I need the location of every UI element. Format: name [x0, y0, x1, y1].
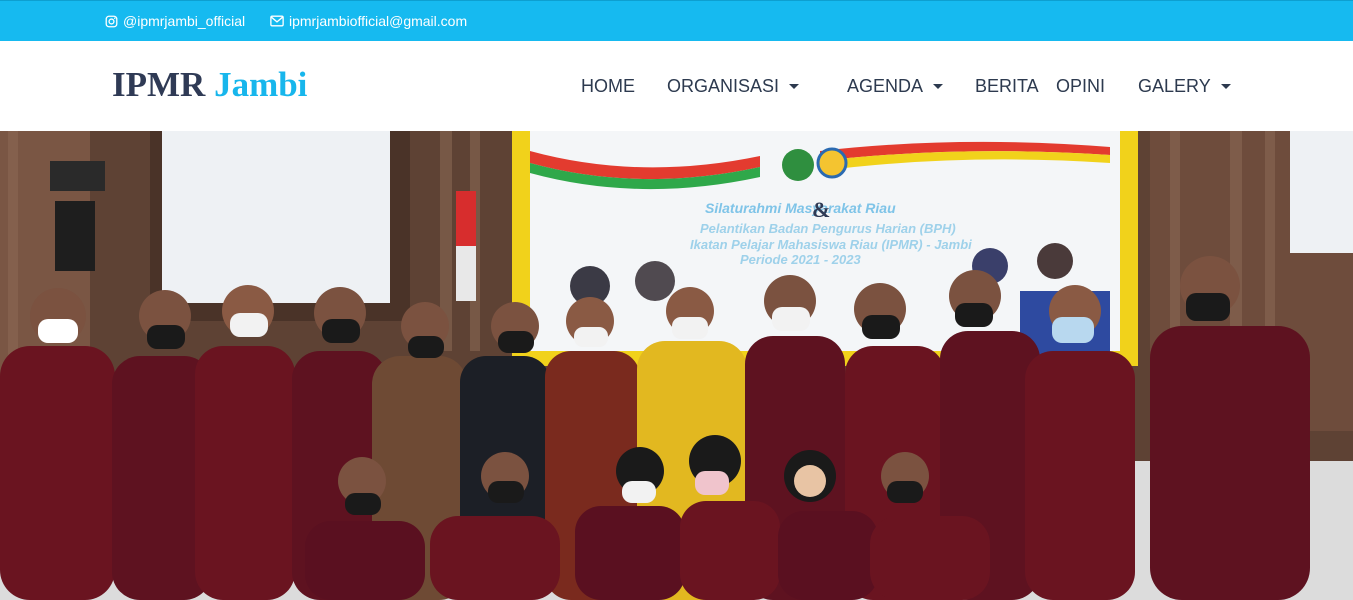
chevron-down-icon	[933, 83, 944, 89]
brand-jambi: Jambi	[214, 65, 308, 104]
nav-agenda-label: AGENDA	[847, 76, 924, 96]
nav-home[interactable]: HOME	[581, 75, 635, 97]
chevron-down-icon	[1220, 83, 1231, 89]
nav-organisasi[interactable]: ORGANISASI	[667, 75, 800, 97]
main-navbar: IPMR Jambi HOME ORGANISASI AGENDA BERITA…	[0, 41, 1353, 131]
chevron-down-icon	[789, 83, 800, 89]
instagram-handle: @ipmrjambi_official	[123, 13, 246, 29]
brand-ipmr: IPMR	[112, 65, 206, 104]
hero-group-photo: Silaturahmi Masyarakat Riau & Pelantikan…	[0, 131, 1353, 600]
nav-opini[interactable]: OPINI	[1056, 75, 1105, 97]
nav-home-label: HOME	[581, 76, 635, 96]
nav-berita[interactable]: BERITA	[975, 75, 1039, 97]
instagram-link[interactable]: @ipmrjambi_official	[105, 12, 245, 30]
nav-galery[interactable]: GALERY	[1138, 75, 1231, 97]
envelope-icon	[270, 15, 284, 27]
banner-line1: Silaturahmi Masyarakat Riau	[705, 200, 896, 216]
nav-opini-label: OPINI	[1056, 76, 1106, 96]
email-link[interactable]: ipmrjambiofficial@gmail.com	[270, 12, 467, 30]
nav-agenda[interactable]: AGENDA	[847, 75, 944, 97]
banner-amp: &	[812, 197, 830, 222]
top-contact-bar: @ipmrjambi_official ipmrjambiofficial@gm…	[0, 0, 1353, 41]
banner-line3: Ikatan Pelajar Mahasiswa Riau (IPMR) - J…	[690, 237, 972, 252]
nav-organisasi-label: ORGANISASI	[667, 76, 780, 96]
instagram-icon	[105, 15, 118, 27]
nav-galery-label: GALERY	[1138, 76, 1211, 96]
banner-line2: Pelantikan Badan Pengurus Harian (BPH)	[700, 221, 956, 236]
email-address: ipmrjambiofficial@gmail.com	[289, 13, 468, 29]
nav-berita-label: BERITA	[975, 76, 1039, 96]
site-logo[interactable]: IPMR Jambi	[112, 65, 307, 105]
hero-illustration: Silaturahmi Masyarakat Riau & Pelantikan…	[0, 131, 1353, 600]
banner-line4: Periode 2021 - 2023	[740, 252, 861, 267]
